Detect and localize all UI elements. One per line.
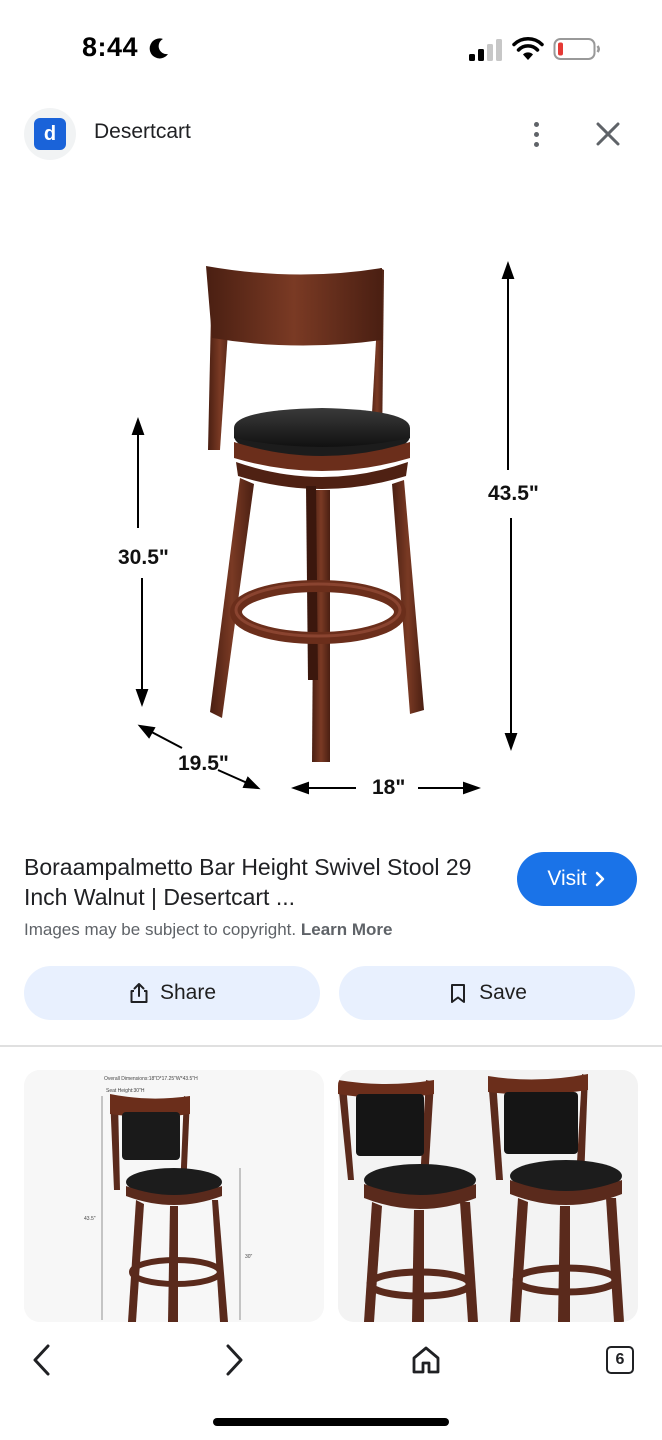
related-image-2[interactable] <box>338 1070 638 1322</box>
visit-button[interactable]: Visit <box>517 852 637 906</box>
battery-icon <box>553 38 600 60</box>
dimension-width-label: 18" <box>372 776 405 799</box>
signal-icon <box>469 39 502 61</box>
close-icon[interactable] <box>590 116 626 152</box>
save-label: Save <box>479 981 527 1004</box>
related-image-2-graphic <box>338 1070 638 1322</box>
share-label: Share <box>159 981 217 1004</box>
bookmark-icon <box>451 984 466 1003</box>
tabs-button[interactable]: 6 <box>596 1336 644 1384</box>
copyright-notice: Images may be subject to copyright. Lear… <box>24 920 393 940</box>
moon-icon <box>149 38 168 59</box>
home-indicator <box>213 1418 449 1426</box>
dimension-height-label: 43.5" <box>488 482 539 505</box>
dimension-depth-label: 19.5" <box>178 752 229 775</box>
back-button[interactable] <box>18 1336 66 1384</box>
dimension-seat-label: 30.5" <box>118 546 169 569</box>
site-name[interactable]: Desertcart <box>94 120 191 144</box>
related-left-dim: 43.5" <box>84 1216 96 1222</box>
wifi-icon <box>512 37 544 60</box>
desertcart-logo-icon: d <box>34 118 66 150</box>
chevron-right-icon <box>595 871 604 887</box>
source-header: d Desertcart <box>0 100 662 170</box>
visit-label: Visit <box>547 867 587 890</box>
result-title[interactable]: Boraampalmetto Bar Height Swivel Stool 2… <box>24 852 494 912</box>
tab-count: 6 <box>615 1351 625 1368</box>
forward-button[interactable] <box>210 1336 258 1384</box>
bottom-nav: 6 <box>0 1322 662 1440</box>
home-icon <box>412 1346 440 1374</box>
copyright-text: Images may be subject to copyright. <box>24 920 297 939</box>
status-bar: 8:44 <box>0 0 662 100</box>
site-avatar[interactable]: d <box>24 108 76 160</box>
related-image-1[interactable]: Overall Dimensions:18"D*17.25"W*43.5"H S… <box>24 1070 324 1322</box>
more-vert-icon[interactable] <box>520 114 552 154</box>
related-seat-caption: Seat Height:30"H <box>106 1088 145 1094</box>
home-button[interactable] <box>402 1336 450 1384</box>
learn-more-link[interactable]: Learn More <box>301 920 393 939</box>
forward-icon <box>226 1344 243 1376</box>
related-image-1-graphic: Overall Dimensions:18"D*17.25"W*43.5"H S… <box>24 1070 324 1322</box>
divider <box>0 1045 662 1047</box>
status-time: 8:44 <box>82 32 139 62</box>
back-icon <box>33 1344 50 1376</box>
product-image[interactable]: 43.5" 30.5" 19.5" 18" <box>0 180 662 820</box>
tabs-icon: 6 <box>606 1346 634 1374</box>
save-button[interactable]: Save <box>339 966 635 1020</box>
related-right-dim: 30" <box>245 1254 253 1260</box>
share-button[interactable]: Share <box>24 966 320 1020</box>
share-icon <box>130 983 148 1003</box>
logo-letter: d <box>43 122 57 145</box>
related-caption: Overall Dimensions:18"D*17.25"W*43.5"H <box>104 1076 198 1082</box>
